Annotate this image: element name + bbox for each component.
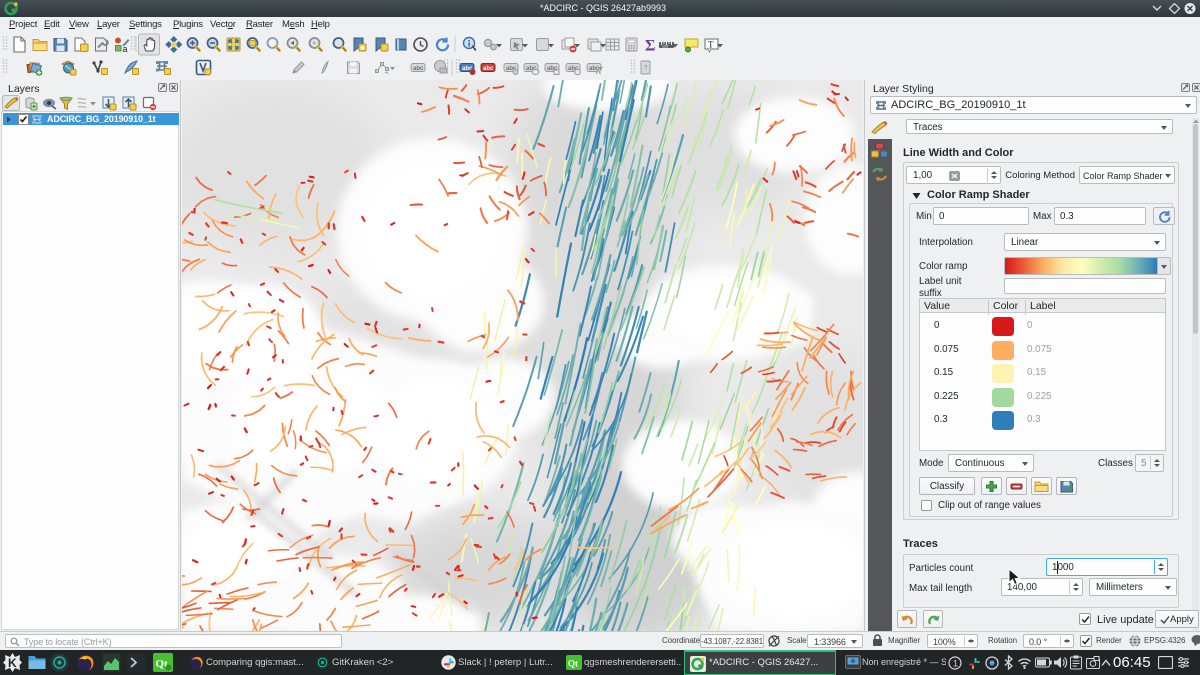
svg-text:abc: abc [483, 66, 494, 72]
svg-text:a: a [123, 44, 128, 54]
svg-text:Qt: Qt [568, 659, 578, 669]
svg-text:T: T [708, 40, 714, 50]
svg-text:abc: abc [413, 66, 424, 72]
svg-text:1: 1 [953, 659, 958, 669]
svg-text:123: 123 [662, 45, 668, 49]
svg-text:K: K [8, 656, 17, 670]
svg-text:Σ: Σ [645, 38, 655, 55]
svg-text:?: ? [644, 65, 648, 72]
